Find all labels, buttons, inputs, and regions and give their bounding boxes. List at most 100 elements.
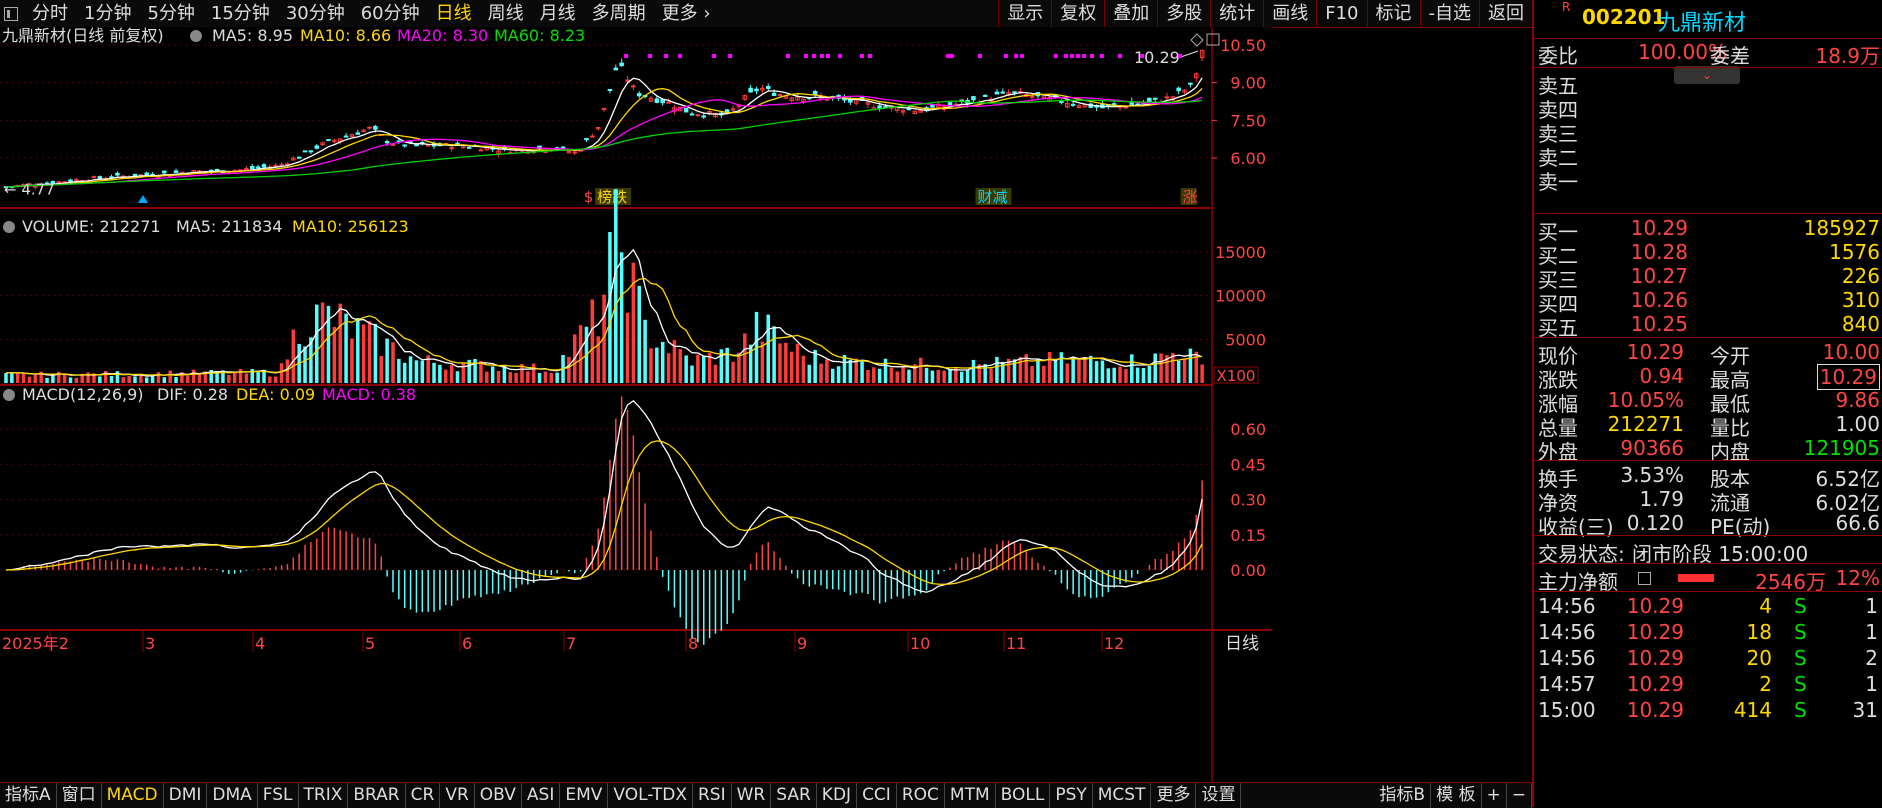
indicator-tab[interactable]: VOL-TDX: [608, 783, 693, 808]
tabbar-action[interactable]: −: [1507, 783, 1532, 808]
toolbar-action-button[interactable]: 叠加: [1104, 0, 1157, 27]
event-tag[interactable]: $: [584, 188, 594, 206]
trade-price: 10.29: [1626, 698, 1684, 722]
signal-dot: [1118, 54, 1122, 58]
period-tab[interactable]: 分时: [24, 0, 76, 27]
event-tag[interactable]: 涨: [1183, 188, 1198, 206]
trade-volume: 2: [1759, 672, 1772, 696]
indicator-tab[interactable]: OBV: [475, 783, 522, 808]
signal-dot: [820, 54, 824, 58]
indicator-tab[interactable]: ROC: [897, 783, 945, 808]
trade-count: 1: [1865, 672, 1878, 696]
indicator-tab[interactable]: ASI: [522, 783, 561, 808]
event-tag[interactable]: 榜跌: [597, 188, 627, 206]
indicator-tab[interactable]: 指标A: [0, 783, 57, 808]
volume-tick-label: 15000: [1215, 243, 1266, 262]
macd-tick-label: 0.00: [1230, 561, 1266, 580]
tabbar-action[interactable]: 指标B: [1374, 783, 1432, 808]
indicator-tab[interactable]: CR: [406, 783, 441, 808]
period-tab[interactable]: 更多 ›: [654, 0, 719, 27]
volume-bar: [1065, 363, 1070, 383]
trade-count: 1: [1865, 594, 1878, 618]
volume-bar: [285, 359, 290, 383]
indicator-tab[interactable]: PSY: [1050, 783, 1093, 808]
volume-bar: [402, 362, 407, 383]
period-tab[interactable]: 60分钟: [353, 0, 428, 27]
trade-side: S: [1794, 646, 1807, 670]
tabbar-action[interactable]: 模 板: [1431, 783, 1482, 808]
period-tab[interactable]: 5分钟: [139, 0, 202, 27]
window-toggle-icon[interactable]: [4, 6, 18, 21]
indicator-tab[interactable]: DMI: [164, 783, 208, 808]
panel-divider: [1534, 337, 1882, 338]
indicator-tab[interactable]: WR: [732, 783, 772, 808]
candle-body: [367, 126, 372, 129]
kline-chart[interactable]: 10.50 9.00 7.50 6.00 15000 10000 5000 X100 0.60 0…: [0, 27, 1272, 782]
indicator-menu-icon[interactable]: [190, 30, 202, 42]
volume-bar: [45, 377, 49, 383]
candle-body: [250, 165, 255, 170]
volume-bar: [279, 363, 284, 383]
volume-bar: [121, 377, 126, 383]
period-tab[interactable]: 月线: [532, 0, 584, 27]
toolbar-action-button[interactable]: 复权: [1051, 0, 1104, 27]
indicator-tab[interactable]: 窗口: [57, 783, 102, 808]
indicator-tab[interactable]: MCST: [1093, 783, 1152, 808]
toolbar-action-button[interactable]: 返回: [1479, 0, 1532, 27]
indicator-tab[interactable]: BOLL: [996, 783, 1051, 808]
candle-body: [314, 145, 320, 149]
toolbar-action-button[interactable]: 显示: [998, 0, 1051, 27]
indicator-tab[interactable]: MTM: [945, 783, 996, 808]
period-tab[interactable]: 15分钟: [203, 0, 278, 27]
candle-body: [771, 92, 777, 97]
toolbar-action-button[interactable]: 统计: [1210, 0, 1263, 27]
volume-bar: [860, 361, 864, 383]
candle-body: [74, 179, 79, 182]
period-tab[interactable]: 周线: [480, 0, 532, 27]
macd-tick-label: 0.45: [1230, 455, 1266, 474]
volume-bar: [1071, 356, 1075, 383]
period-tab[interactable]: 1分钟: [76, 0, 139, 27]
indicator-tab[interactable]: DMA: [207, 783, 258, 808]
period-tab[interactable]: 30分钟: [278, 0, 353, 27]
volume-bar: [825, 359, 829, 383]
toolbar-action-button[interactable]: F10: [1316, 0, 1366, 27]
tabbar-action[interactable]: +: [1482, 783, 1507, 808]
indicator-tab[interactable]: TRIX: [299, 783, 349, 808]
quote-value: 121905: [1803, 436, 1880, 460]
candle-body: [748, 87, 753, 93]
event-tag[interactable]: 财减: [977, 188, 1007, 206]
indicator-tab[interactable]: 设置: [1196, 783, 1242, 808]
indicator-tab[interactable]: 更多: [1151, 783, 1197, 808]
toolbar-action-button[interactable]: 标记: [1366, 0, 1420, 27]
volume-bar: [1047, 351, 1052, 383]
indicator-tab[interactable]: CCI: [857, 783, 897, 808]
candle-body: [994, 91, 1000, 95]
panel-divider: [1534, 591, 1882, 592]
toolbar-action-button[interactable]: 多股: [1157, 0, 1210, 27]
period-tab[interactable]: 日线: [428, 0, 480, 27]
stock-name[interactable]: 九鼎新材: [1658, 5, 1746, 37]
volume-bar: [508, 372, 513, 383]
volume-menu-icon[interactable]: [3, 221, 15, 233]
volume-bar: [1059, 352, 1064, 383]
signal-dot: [868, 54, 872, 58]
signal-dot: [1004, 54, 1008, 58]
candle-body: [754, 88, 759, 92]
candle-body: [296, 156, 302, 159]
indicator-tab[interactable]: MACD: [102, 783, 164, 808]
macd-menu-icon[interactable]: [3, 389, 15, 401]
toolbar-action-button[interactable]: -自选: [1419, 0, 1480, 27]
toolbar-action-button[interactable]: 画线: [1263, 0, 1316, 27]
indicator-tab[interactable]: EMV: [560, 783, 609, 808]
indicator-tab[interactable]: BRAR: [348, 783, 406, 808]
indicator-tab[interactable]: VR: [440, 783, 475, 808]
indicator-tab[interactable]: KDJ: [817, 783, 858, 808]
indicator-tab[interactable]: FSL: [258, 783, 299, 808]
buy-level-volume: 840: [1841, 312, 1880, 336]
indicator-tab[interactable]: SAR: [771, 783, 817, 808]
month-label: 6: [462, 634, 472, 653]
fund-detail-icon[interactable]: [1638, 572, 1651, 585]
period-tab[interactable]: 多周期: [584, 0, 654, 27]
indicator-tab[interactable]: RSI: [693, 783, 732, 808]
